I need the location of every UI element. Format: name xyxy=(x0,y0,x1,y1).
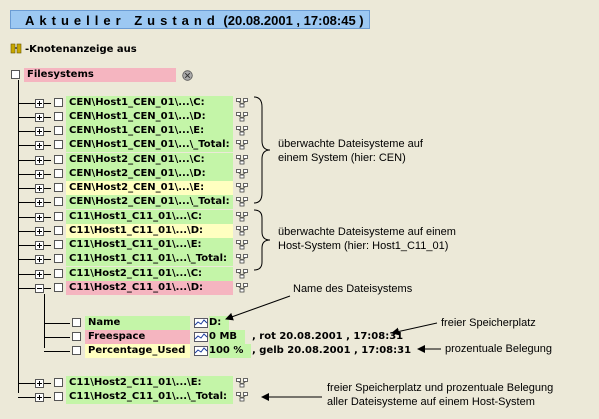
node-checkbox[interactable] xyxy=(54,126,63,135)
expand-toggle-icon[interactable] xyxy=(35,379,51,388)
annotation-1-line-2: einem System (hier: CEN) xyxy=(278,152,406,164)
network-icon[interactable] xyxy=(236,212,249,222)
toggle-label: -Knotenanzeige aus xyxy=(25,44,137,55)
expand-toggle-icon[interactable] xyxy=(35,270,51,279)
attribute-label[interactable]: Percentage_Used xyxy=(85,344,190,358)
expand-toggle-icon[interactable] xyxy=(35,141,51,150)
network-icon[interactable] xyxy=(236,155,249,165)
network-icon[interactable] xyxy=(236,283,249,293)
filesystem-node-label[interactable]: CEN\Host1_CEN_01\...\C: xyxy=(66,96,233,110)
node-checkbox[interactable] xyxy=(54,378,63,387)
filesystem-node-label[interactable]: CEN\Host2_CEN_01\...\E: xyxy=(66,181,233,195)
child-checkbox[interactable] xyxy=(72,332,81,341)
node-checkbox[interactable] xyxy=(54,240,63,249)
brace-2 xyxy=(253,209,271,271)
attribute-status: , rot 20.08.2001 , 17:08:31 xyxy=(252,331,404,342)
node-checkbox[interactable] xyxy=(54,283,63,292)
node-checkbox[interactable] xyxy=(54,98,63,107)
expand-toggle-icon[interactable] xyxy=(35,170,51,179)
expand-toggle-icon[interactable] xyxy=(35,99,51,108)
node-display-toggle[interactable]: -Knotenanzeige aus xyxy=(10,43,137,55)
annotation-6-line-1: freier Speicherplatz und prozentuale Bel… xyxy=(327,382,554,394)
node-checkbox[interactable] xyxy=(54,269,63,278)
expand-toggle-icon[interactable] xyxy=(35,198,51,207)
filesystem-node-label[interactable]: C11\Host1_C11_01\...\_Total: xyxy=(66,252,233,266)
child-checkbox[interactable] xyxy=(72,346,81,355)
filesystem-node-label[interactable]: C11\Host2_C11_01\...\C: xyxy=(66,267,233,281)
network-icon[interactable] xyxy=(236,140,249,150)
node-checkbox[interactable] xyxy=(54,212,63,221)
attribute-label[interactable]: Freespace xyxy=(85,330,190,344)
filesystem-node-label[interactable]: C11\Host2_C11_01\...\_Total: xyxy=(66,390,233,404)
attribute-value: D: xyxy=(209,316,230,330)
network-icon[interactable] xyxy=(236,197,249,207)
root-checkbox[interactable] xyxy=(11,70,20,79)
expand-toggle-icon[interactable] xyxy=(35,156,51,165)
expand-toggle-icon[interactable] xyxy=(35,255,51,264)
node-checkbox[interactable] xyxy=(54,169,63,178)
network-icon[interactable] xyxy=(236,378,249,388)
annotation-3: Name des Dateisystems xyxy=(293,283,413,295)
node-checkbox[interactable] xyxy=(54,226,63,235)
expand-toggle-icon[interactable] xyxy=(35,393,51,402)
attribute-label[interactable]: Name xyxy=(85,316,190,330)
title-prefix: Aktueller Zustand xyxy=(25,13,220,28)
annotation-4: freier Speicherplatz xyxy=(441,317,536,329)
node-checkbox[interactable] xyxy=(54,197,63,206)
node-checkbox[interactable] xyxy=(54,392,63,401)
child-checkbox[interactable] xyxy=(72,318,81,327)
attribute-value: 100 % xyxy=(209,344,252,358)
annotation-6-line-2: aller Dateisysteme auf einem Host-System xyxy=(327,396,535,408)
page-title: Aktueller Zustand (20.08.2001 , 17:08:45… xyxy=(10,10,370,29)
filesystem-node-label[interactable]: CEN\Host1_CEN_01\...\_Total: xyxy=(66,138,233,152)
filesystem-node-label[interactable]: CEN\Host2_CEN_01\...\_Total: xyxy=(66,195,233,209)
network-icon[interactable] xyxy=(236,392,249,402)
node-checkbox[interactable] xyxy=(54,254,63,263)
attribute-status: , gelb 20.08.2001 , 17:08:31 xyxy=(252,345,412,356)
network-icon[interactable] xyxy=(236,226,249,236)
filesystem-node-label[interactable]: C11\Host1_C11_01\...\D: xyxy=(66,224,233,238)
node-checkbox[interactable] xyxy=(54,112,63,121)
annotation-2-line-2: Host-System (hier: Host1_C11_01) xyxy=(278,240,449,252)
filesystem-node-label[interactable]: CEN\Host2_CEN_01\...\D: xyxy=(66,167,233,181)
chart-icon[interactable] xyxy=(194,332,208,342)
network-icon[interactable] xyxy=(236,98,249,108)
filesystem-node-label[interactable]: CEN\Host1_CEN_01\...\E: xyxy=(66,124,233,138)
toggle-icon xyxy=(10,43,22,54)
expand-toggle-icon[interactable] xyxy=(35,284,51,293)
chart-icon[interactable] xyxy=(194,318,208,328)
filesystem-node-label[interactable]: C11\Host1_C11_01\...\C: xyxy=(66,210,233,224)
network-icon[interactable] xyxy=(236,112,249,122)
title-time: (20.08.2001 , 17:08:45 ) xyxy=(223,13,364,28)
network-icon[interactable] xyxy=(236,240,249,250)
node-checkbox[interactable] xyxy=(54,155,63,164)
close-circle-icon[interactable] xyxy=(182,70,193,81)
expand-toggle-icon[interactable] xyxy=(35,213,51,222)
annotation-1-line-1: überwachte Dateisysteme auf xyxy=(278,138,423,150)
network-icon[interactable] xyxy=(236,169,249,179)
expand-toggle-icon[interactable] xyxy=(35,113,51,122)
expand-toggle-icon[interactable] xyxy=(35,127,51,136)
filesystem-node-label[interactable]: C11\Host2_C11_01\...\E: xyxy=(66,376,233,390)
filesystem-node-label[interactable]: C11\Host1_C11_01\...\E: xyxy=(66,238,233,252)
brace-1 xyxy=(253,96,271,204)
network-icon[interactable] xyxy=(236,269,249,279)
root-label[interactable]: Filesystems xyxy=(24,68,176,82)
annotation-2-line-1: überwachte Dateisysteme auf einem xyxy=(278,226,456,238)
node-checkbox[interactable] xyxy=(54,140,63,149)
expand-toggle-icon[interactable] xyxy=(35,227,51,236)
filesystem-node-label[interactable]: CEN\Host2_CEN_01\...\C: xyxy=(66,153,233,167)
expand-toggle-icon[interactable] xyxy=(35,184,51,193)
filesystem-node-label[interactable]: CEN\Host1_CEN_01\...\D: xyxy=(66,110,233,124)
node-checkbox[interactable] xyxy=(54,183,63,192)
chart-icon[interactable] xyxy=(194,346,208,356)
network-icon[interactable] xyxy=(236,254,249,264)
attribute-value: 0 MB xyxy=(209,330,246,344)
network-icon[interactable] xyxy=(236,126,249,136)
annotation-5: prozentuale Belegung xyxy=(445,343,553,355)
filesystem-node-label[interactable]: C11\Host2_C11_01\...\D: xyxy=(66,281,233,295)
network-icon[interactable] xyxy=(236,183,249,193)
expand-toggle-icon[interactable] xyxy=(35,241,51,250)
